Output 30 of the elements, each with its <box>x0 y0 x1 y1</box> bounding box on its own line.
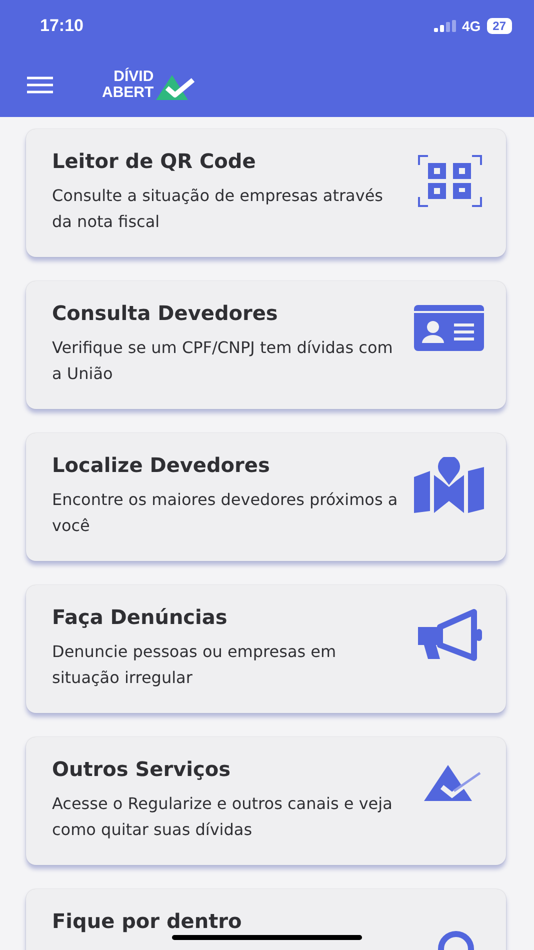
logo-text: ABERT <box>102 84 154 100</box>
card-title: Fique por dentro <box>52 909 242 933</box>
service-card[interactable]: Leitor de QR Code Consulte a situação de empresas através da nota fiscal <box>26 129 506 257</box>
menu-icon <box>26 76 54 94</box>
service-card[interactable]: Consulta Devedores Verifique se um CPF/CNPJ tem dívidas com a União <box>26 281 506 409</box>
card-description: Verifique se um CPF/CNPJ tem dívidas com a União <box>52 337 394 385</box>
card-title: Localize Devedores <box>52 453 271 477</box>
id-card-icon <box>414 305 484 351</box>
card-description: Consulte a situação de empresas através da nota fiscal <box>52 185 384 233</box>
service-card[interactable]: Faça Denúncias Denuncie pessoas ou empresas em situação irregular <box>26 585 506 713</box>
card-title: Leitor de QR Code <box>52 149 257 173</box>
megaphone-icon <box>416 609 484 661</box>
signal-icon <box>434 20 456 32</box>
card-description: Acesse o Regularize e outros canais e veja como quitar suas dívidas <box>52 793 394 841</box>
service-card[interactable]: Localize Devedores Encontre os maiores devedores próximos a você <box>26 433 506 561</box>
logo-text: DÍVID <box>114 68 154 84</box>
card-description: Encontre os maiores devedores próximos a você <box>52 489 399 537</box>
menu-button[interactable] <box>26 76 54 94</box>
qr-code-icon <box>416 153 484 209</box>
card-title: Outros Serviços <box>52 757 232 781</box>
service-card[interactable]: Fique por dentro <box>26 889 506 950</box>
check-logo-icon <box>154 72 196 100</box>
card-title: Faça Denúncias <box>52 605 228 629</box>
card-title: Consulta Devedores <box>52 301 279 325</box>
status-time: 17:10 <box>40 16 84 36</box>
service-card[interactable]: Outros Serviços Acesse o Regularize e outros canais e veja como quitar suas dívidas <box>26 737 506 865</box>
map-pin-icon <box>414 457 484 513</box>
battery-level: 27 <box>486 18 512 34</box>
network-label: 4G <box>462 18 481 34</box>
card-description: Denuncie pessoas ou empresas em situação irregular <box>52 641 338 689</box>
